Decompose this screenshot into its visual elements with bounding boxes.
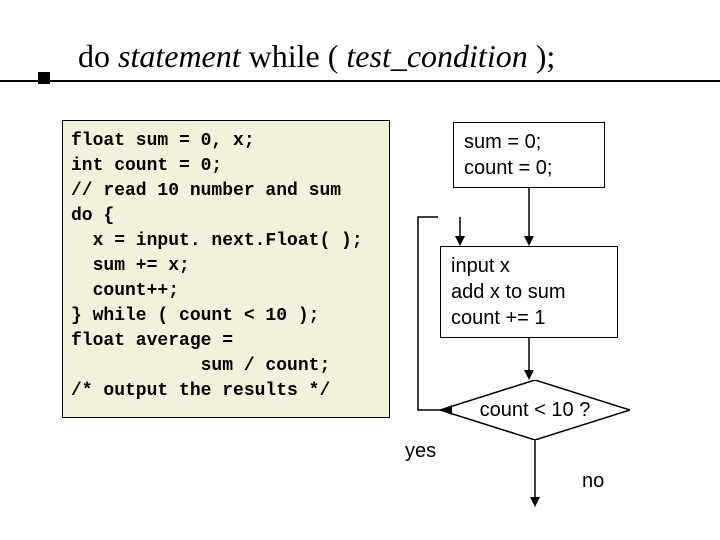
flow-condition-label: count < 10 ?	[440, 380, 630, 440]
flow-condition-diamond: count < 10 ?	[440, 380, 630, 440]
flow-yes-label: yes	[405, 440, 436, 463]
flow-no-label: no	[582, 470, 604, 493]
title-rule-marker	[38, 72, 50, 84]
title-part-do: do	[78, 38, 118, 74]
slide-title: do statement while ( test_condition );	[78, 38, 555, 75]
title-part-statement: statement	[118, 38, 241, 74]
title-part-while: while (	[241, 38, 347, 74]
code-block: float sum = 0, x; int count = 0; // read…	[62, 120, 390, 418]
flow-init-box: sum = 0; count = 0;	[453, 122, 605, 188]
title-rule	[0, 80, 720, 82]
flow-body-box: input x add x to sum count += 1	[440, 246, 618, 338]
title-part-cond: test_condition	[346, 38, 527, 74]
title-part-end: );	[528, 38, 556, 74]
